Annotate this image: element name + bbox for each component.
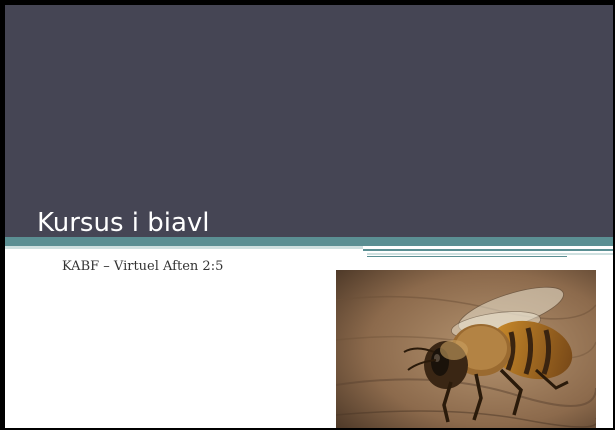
accent-stripe-light-2	[367, 253, 613, 255]
presentation-slide: Kursus i biavl KABF – Virtuel Aften 2:5	[5, 5, 613, 428]
slide-title: Kursus i biavl	[37, 208, 210, 238]
slide-subtitle: KABF – Virtuel Aften 2:5	[62, 259, 224, 274]
title-band	[5, 5, 613, 237]
bee-image-icon	[336, 270, 596, 428]
honeybee-photo	[336, 270, 596, 428]
accent-stripe-thin-2	[367, 256, 567, 257]
accent-stripe	[5, 237, 613, 246]
accent-stripe-light	[5, 246, 363, 249]
accent-stripe-thin	[363, 249, 613, 251]
